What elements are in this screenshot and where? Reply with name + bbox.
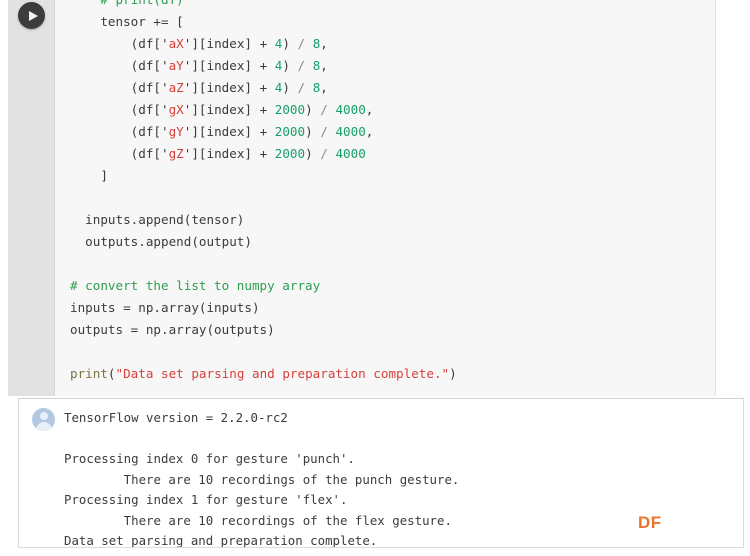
code-token: 4000 bbox=[327, 146, 366, 161]
code-token: , bbox=[365, 124, 374, 139]
code-token: ) bbox=[282, 80, 298, 95]
code-token: ) bbox=[305, 146, 321, 161]
code-token: ) bbox=[305, 124, 321, 139]
code-source: # print(df) tensor += [ (df['aX'][index]… bbox=[56, 0, 715, 385]
code-token: 8 bbox=[305, 80, 321, 95]
code-line: # print(df) bbox=[70, 0, 715, 11]
code-line: (df['gY'][index] + 2000) / 4000, bbox=[70, 121, 715, 143]
code-line: inputs.append(tensor) bbox=[70, 209, 715, 231]
code-line: print("Data set parsing and preparation … bbox=[70, 363, 715, 385]
output-line: Data set parsing and preparation complet… bbox=[64, 533, 378, 548]
cell-output-panel: TensorFlow version = 2.2.0-rc2 Processin… bbox=[18, 398, 744, 548]
code-line: (df['aX'][index] + 4) / 8, bbox=[70, 33, 715, 55]
code-token: (df[' bbox=[70, 102, 169, 117]
code-token: (df[' bbox=[70, 80, 169, 95]
output-line: Processing index 0 for gesture 'punch'. bbox=[64, 451, 355, 466]
avatar-head-icon bbox=[39, 412, 48, 420]
code-token: ) bbox=[282, 58, 298, 73]
code-token: 8 bbox=[305, 36, 321, 51]
code-token: / bbox=[297, 80, 306, 95]
code-token: 2000 bbox=[274, 146, 306, 161]
play-icon bbox=[28, 10, 38, 21]
left-edge-spacer bbox=[0, 0, 8, 396]
code-token: '][index] + bbox=[183, 102, 275, 117]
watermark-label: DF bbox=[638, 513, 662, 532]
code-token: / bbox=[320, 146, 328, 161]
run-cell-button[interactable] bbox=[18, 2, 45, 29]
code-token: ( bbox=[107, 366, 116, 381]
code-cell-gutter bbox=[8, 0, 55, 396]
code-token: outputs = np.array(outputs) bbox=[70, 322, 275, 337]
code-token: # print(df) bbox=[70, 0, 183, 7]
output-line: Processing index 1 for gesture 'flex'. bbox=[64, 492, 348, 507]
code-token: , bbox=[365, 102, 374, 117]
notebook-root: # print(df) tensor += [ (df['aX'][index]… bbox=[0, 0, 750, 556]
code-token: outputs.append(output) bbox=[70, 234, 252, 249]
code-line: (df['aY'][index] + 4) / 8, bbox=[70, 55, 715, 77]
output-line: TensorFlow version = 2.2.0-rc2 bbox=[64, 410, 288, 425]
code-token: (df[' bbox=[70, 146, 169, 161]
code-token: 4000 bbox=[327, 102, 366, 117]
code-line: ] bbox=[70, 165, 715, 187]
output-line: There are 10 recordings of the punch ges… bbox=[64, 471, 460, 487]
code-line: inputs = np.array(inputs) bbox=[70, 297, 715, 319]
code-token: '][index] + bbox=[183, 36, 275, 51]
code-token: ) bbox=[282, 36, 298, 51]
code-token: tensor += [ bbox=[70, 14, 184, 29]
code-token: '][index] + bbox=[183, 146, 275, 161]
code-line: (df['gX'][index] + 2000) / 4000, bbox=[70, 99, 715, 121]
code-line: # convert the list to numpy array bbox=[70, 275, 715, 297]
code-token: / bbox=[297, 36, 306, 51]
code-token: (df[' bbox=[70, 124, 169, 139]
avatar-body-icon bbox=[35, 421, 52, 431]
code-token: '][index] + bbox=[183, 124, 275, 139]
code-line: outputs.append(output) bbox=[70, 231, 715, 253]
code-token: gY bbox=[168, 124, 184, 139]
code-token: print bbox=[70, 366, 108, 381]
code-token: '][index] + bbox=[183, 80, 275, 95]
code-token: gZ bbox=[168, 146, 184, 161]
code-token: 2000 bbox=[274, 124, 306, 139]
code-token: '][index] + bbox=[183, 58, 275, 73]
code-token: , bbox=[320, 80, 328, 95]
code-token: "Data set parsing and preparation comple… bbox=[115, 366, 450, 381]
code-token: aX bbox=[168, 36, 184, 51]
code-line: (df['aZ'][index] + 4) / 8, bbox=[70, 77, 715, 99]
code-token: 2000 bbox=[274, 102, 306, 117]
code-cell[interactable]: # print(df) tensor += [ (df['aX'][index]… bbox=[8, 0, 716, 396]
code-token: aZ bbox=[168, 80, 184, 95]
output-line: There are 10 recordings of the flex gest… bbox=[64, 512, 452, 528]
output-stream-text: TensorFlow version = 2.2.0-rc2 Processin… bbox=[64, 408, 460, 548]
code-token: ] bbox=[70, 168, 108, 183]
code-token: / bbox=[320, 124, 328, 139]
user-avatar bbox=[32, 408, 55, 431]
code-token: inputs = np.array(inputs) bbox=[70, 300, 260, 315]
code-token: 4000 bbox=[327, 124, 366, 139]
code-editor-area[interactable]: # print(df) tensor += [ (df['aX'][index]… bbox=[56, 0, 715, 396]
code-token: inputs.append(tensor) bbox=[70, 212, 245, 227]
code-token: ) bbox=[305, 102, 321, 117]
code-token: / bbox=[320, 102, 328, 117]
code-token: gX bbox=[168, 102, 184, 117]
code-token: (df[' bbox=[70, 36, 169, 51]
code-token: ) bbox=[449, 366, 457, 381]
code-token: 8 bbox=[305, 58, 321, 73]
code-line: (df['gZ'][index] + 2000) / 4000 bbox=[70, 143, 715, 165]
code-line: tensor += [ bbox=[70, 11, 715, 33]
code-token: , bbox=[320, 36, 328, 51]
code-line: outputs = np.array(outputs) bbox=[70, 319, 715, 341]
code-token: , bbox=[320, 58, 328, 73]
code-token: / bbox=[297, 58, 306, 73]
bottom-spacer bbox=[0, 549, 750, 556]
code-token: aY bbox=[168, 58, 184, 73]
code-token: (df[' bbox=[70, 58, 169, 73]
code-token: # convert the list to numpy array bbox=[70, 278, 321, 293]
